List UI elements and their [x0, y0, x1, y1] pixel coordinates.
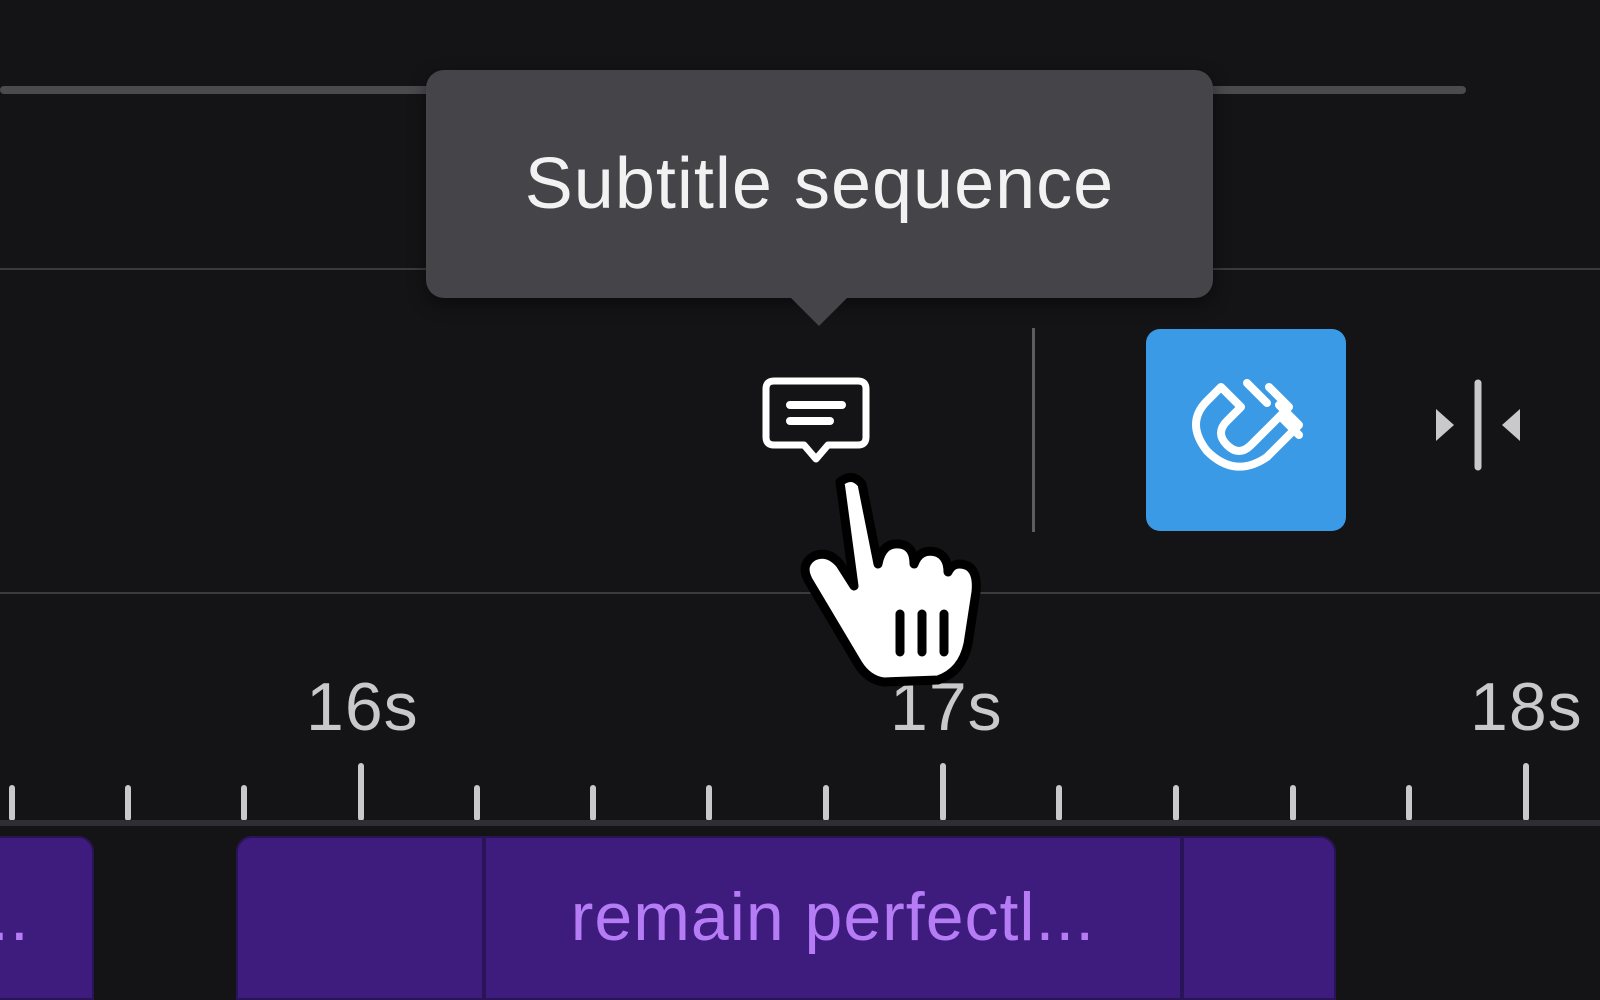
tooltip-text: Subtitle sequence: [524, 144, 1115, 224]
clip-text: ..: [0, 879, 30, 955]
subtitle-sequence-button[interactable]: [752, 368, 880, 486]
ruler-baseline: [0, 820, 1600, 826]
time-ruler[interactable]: [0, 760, 1600, 820]
toolbar-divider: [1032, 328, 1035, 532]
subtitle-icon: [762, 377, 870, 463]
ruler-label: 17s: [890, 669, 1003, 745]
magnet-icon: [1192, 379, 1303, 471]
ruler-label: 18s: [1470, 669, 1583, 745]
ruler-label: 16s: [306, 669, 419, 745]
timeline-editor: Subtitle sequence 16s 17s 18s . remain p…: [0, 0, 1600, 1000]
subtitle-clip[interactable]: [236, 836, 484, 1000]
split-icon: [1436, 379, 1520, 471]
clip-text: remain perfectl...: [570, 879, 1096, 955]
hand-pointer-cursor-icon: [800, 473, 981, 687]
divider: [0, 592, 1600, 594]
snapping-toggle-button[interactable]: [1146, 329, 1346, 531]
subtitle-clip[interactable]: remain perfectl...: [484, 836, 1182, 1000]
subtitle-clip[interactable]: [1182, 836, 1336, 1000]
split-button[interactable]: [1418, 372, 1538, 478]
subtitle-clip[interactable]: ..: [0, 836, 94, 1000]
tooltip-arrow: [791, 298, 847, 326]
tooltip: Subtitle sequence: [426, 70, 1213, 298]
